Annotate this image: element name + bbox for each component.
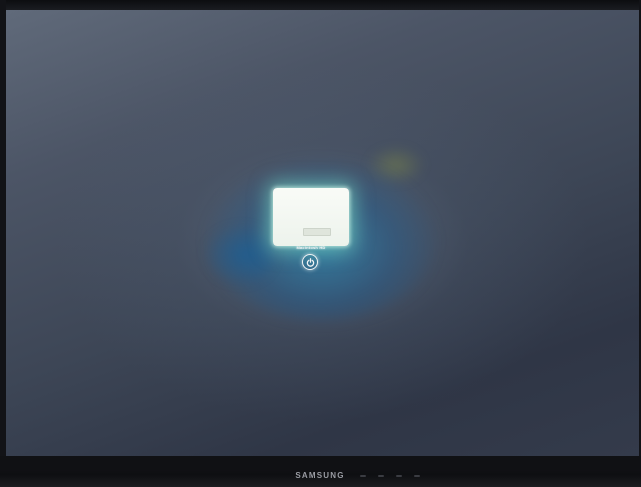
user-name-label[interactable]: Macintosh HD bbox=[272, 245, 350, 250]
monitor-bottom-bezel: SAMSUNG bbox=[0, 456, 641, 487]
login-window[interactable] bbox=[273, 188, 349, 246]
monitor-top-bezel bbox=[0, 0, 641, 10]
bezel-button[interactable] bbox=[378, 475, 384, 477]
brand-logo: SAMSUNG bbox=[295, 471, 345, 480]
bezel-button[interactable] bbox=[414, 475, 420, 477]
screen-glow-left bbox=[204, 225, 274, 285]
password-field[interactable] bbox=[303, 228, 331, 236]
power-icon[interactable] bbox=[302, 254, 318, 270]
bezel-buttons bbox=[360, 475, 420, 477]
monitor-photo: Macintosh HD SAMSUNG bbox=[0, 0, 641, 487]
bezel-button[interactable] bbox=[360, 475, 366, 477]
bezel-edge bbox=[0, 456, 641, 468]
power-glyph bbox=[306, 257, 314, 267]
bezel-button[interactable] bbox=[396, 475, 402, 477]
